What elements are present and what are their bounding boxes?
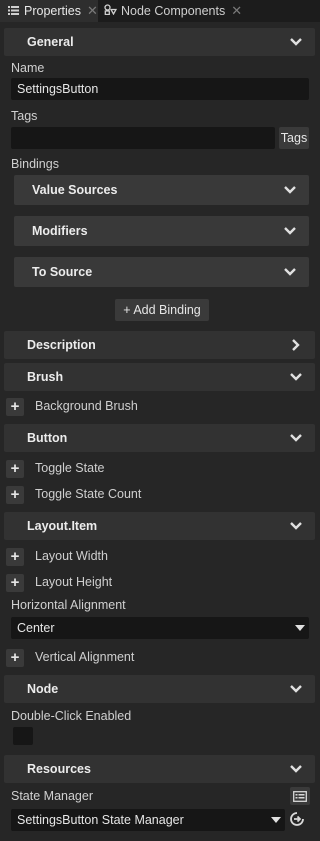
tags-button-label: Tags xyxy=(280,131,308,145)
section-title: Button xyxy=(27,431,68,445)
add-background-brush-button[interactable]: + xyxy=(6,398,24,416)
chevron-down-icon[interactable] xyxy=(289,519,303,533)
list-icon xyxy=(8,4,19,18)
chevron-down-icon[interactable] xyxy=(289,370,303,384)
sub-title: To Source xyxy=(32,265,93,279)
chevron-down-icon[interactable] xyxy=(289,682,303,696)
section-brush[interactable]: Brush xyxy=(4,363,315,391)
go-to-resource-icon[interactable] xyxy=(289,811,305,827)
double-click-enabled-checkbox[interactable] xyxy=(13,727,33,745)
section-description[interactable]: Description xyxy=(4,331,315,359)
double-click-enabled-label: Double-Click Enabled xyxy=(11,709,132,723)
name-field[interactable]: SettingsButton xyxy=(11,78,309,100)
layout-height-label: Layout Height xyxy=(35,575,113,589)
tab-label: Node Components xyxy=(121,4,226,18)
tags-button[interactable]: Tags xyxy=(279,127,309,149)
add-binding-label: + Add Binding xyxy=(123,303,201,317)
section-button[interactable]: Button xyxy=(4,424,315,452)
add-binding-button[interactable]: + Add Binding xyxy=(115,299,209,321)
bindings-to-source[interactable]: To Source xyxy=(14,257,309,287)
dropdown-arrow-icon xyxy=(295,625,305,631)
tags-label: Tags xyxy=(11,109,38,123)
chevron-down-icon[interactable] xyxy=(289,35,303,49)
chevron-right-icon[interactable] xyxy=(289,338,303,352)
browse-icon xyxy=(293,790,307,802)
horizontal-alignment-dropdown[interactable]: Center xyxy=(11,617,309,639)
components-icon xyxy=(104,4,118,18)
close-icon[interactable]: ✕ xyxy=(87,3,98,19)
layout-width-label: Layout Width xyxy=(35,549,108,563)
add-toggle-state-count-button[interactable]: + xyxy=(6,486,24,504)
horizontal-alignment-value: Center xyxy=(17,621,55,635)
section-title: Node xyxy=(27,682,59,696)
chevron-down-icon[interactable] xyxy=(283,183,297,197)
add-toggle-state-button[interactable]: + xyxy=(6,460,24,478)
name-label: Name xyxy=(11,61,45,75)
chevron-down-icon[interactable] xyxy=(283,224,297,238)
background-brush-label: Background Brush xyxy=(35,399,138,413)
section-resources[interactable]: Resources xyxy=(4,755,315,783)
toggle-state-count-label: Toggle State Count xyxy=(35,487,142,501)
add-layout-height-button[interactable]: + xyxy=(6,574,24,592)
section-general[interactable]: General xyxy=(4,28,315,56)
toggle-state-label: Toggle State xyxy=(35,461,105,475)
state-manager-browse-button[interactable] xyxy=(290,787,310,805)
section-title: General xyxy=(27,35,74,49)
section-layout-item[interactable]: Layout.Item xyxy=(4,512,315,540)
tab-node-components[interactable]: Node Components ✕ xyxy=(104,0,244,22)
state-manager-value: SettingsButton State Manager xyxy=(17,813,184,827)
dropdown-arrow-icon xyxy=(271,817,281,823)
add-layout-width-button[interactable]: + xyxy=(6,548,24,566)
chevron-down-icon[interactable] xyxy=(289,762,303,776)
tab-bar: Properties ✕ Node Components ✕ xyxy=(0,0,320,22)
section-title: Brush xyxy=(27,370,64,384)
section-node[interactable]: Node xyxy=(4,675,315,703)
bindings-modifiers[interactable]: Modifiers xyxy=(14,216,309,246)
sub-title: Modifiers xyxy=(32,224,88,238)
tab-properties[interactable]: Properties ✕ xyxy=(0,0,98,22)
tags-field[interactable] xyxy=(11,127,275,149)
state-manager-dropdown[interactable]: SettingsButton State Manager xyxy=(11,809,285,831)
name-value: SettingsButton xyxy=(17,82,99,96)
bindings-value-sources[interactable]: Value Sources xyxy=(14,175,309,205)
chevron-down-icon[interactable] xyxy=(289,431,303,445)
vertical-alignment-label: Vertical Alignment xyxy=(35,650,135,664)
tab-label: Properties xyxy=(24,4,81,18)
state-manager-label: State Manager xyxy=(11,789,93,803)
bindings-label: Bindings xyxy=(11,157,59,171)
section-title: Resources xyxy=(27,762,91,776)
sub-title: Value Sources xyxy=(32,183,118,197)
chevron-down-icon[interactable] xyxy=(283,265,297,279)
section-title: Description xyxy=(27,338,96,352)
add-vertical-alignment-button[interactable]: + xyxy=(6,649,24,667)
close-icon[interactable]: ✕ xyxy=(231,3,242,19)
horizontal-alignment-label: Horizontal Alignment xyxy=(11,598,126,612)
section-title: Layout.Item xyxy=(27,519,98,533)
